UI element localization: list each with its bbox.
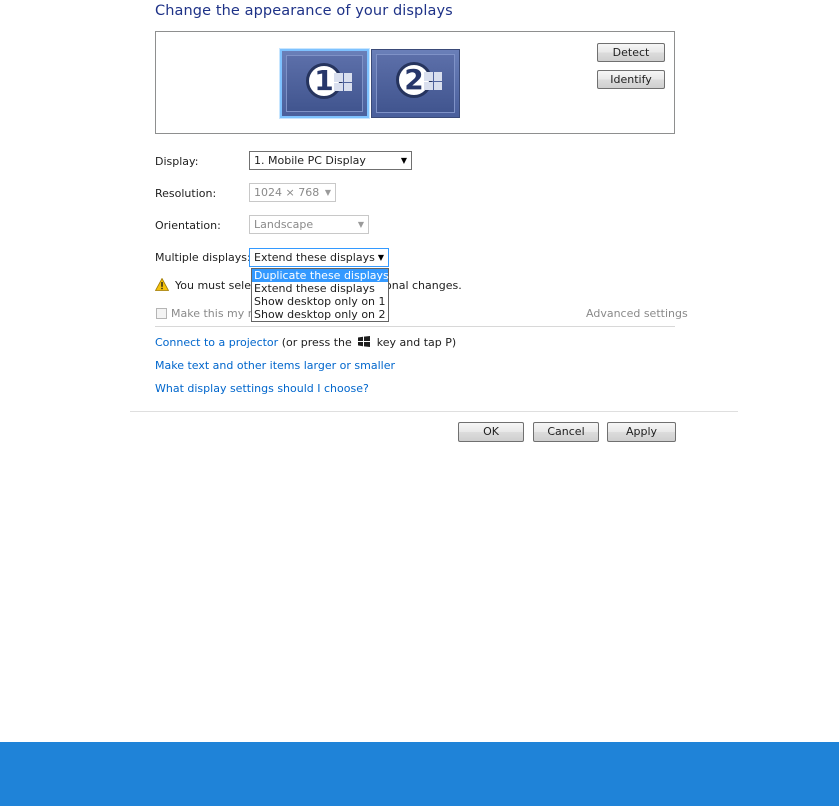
ok-button[interactable]: OK [458, 422, 524, 442]
display-preview-area[interactable]: 1 2 Detect Identify [155, 31, 675, 134]
chevron-down-icon: ▼ [400, 156, 407, 165]
display-settings-help-link[interactable]: What display settings should I choose? [155, 382, 369, 395]
projector-hint-end: key and tap P) [376, 336, 457, 349]
page-title: Change the appearance of your displays [155, 3, 453, 19]
dropdown-option-only-2[interactable]: Show desktop only on 2 [252, 308, 388, 321]
resolution-select-value: 1024 × 768 [254, 186, 320, 199]
dropdown-option-duplicate[interactable]: Duplicate these displays [252, 269, 389, 282]
orientation-label: Orientation: [155, 219, 221, 232]
projector-hint-start: (or press the [281, 336, 352, 349]
resolution-select: 1024 × 768 ▼ [249, 183, 336, 202]
chevron-down-icon: ▼ [377, 253, 384, 262]
dropdown-option-only-1[interactable]: Show desktop only on 1 [252, 295, 388, 308]
apply-button[interactable]: Apply [607, 422, 676, 442]
multiple-displays-select[interactable]: Extend these displays ▼ [249, 248, 389, 267]
resolution-label: Resolution: [155, 187, 217, 200]
chevron-down-icon: ▼ [324, 188, 331, 197]
dropdown-option-extend[interactable]: Extend these displays [252, 282, 388, 295]
display-select-value: 1. Mobile PC Display [254, 154, 366, 167]
divider [155, 326, 675, 327]
make-primary-checkbox [156, 308, 167, 319]
text-size-link[interactable]: Make text and other items larger or smal… [155, 359, 395, 372]
footer-band [0, 742, 839, 806]
warning-text-start: You must selec [175, 279, 258, 292]
windows-logo-icon [334, 73, 352, 91]
footer-divider [130, 411, 738, 412]
detect-button[interactable]: Detect [597, 43, 665, 62]
advanced-settings-link: Advanced settings [586, 307, 688, 320]
multiple-displays-select-value: Extend these displays [254, 251, 375, 264]
projector-line: Connect to a projector (or press the key… [155, 336, 456, 349]
cancel-button[interactable]: Cancel [533, 422, 599, 442]
orientation-select-value: Landscape [254, 218, 314, 231]
identify-button[interactable]: Identify [597, 70, 665, 89]
display-select[interactable]: 1. Mobile PC Display ▼ [249, 151, 412, 170]
windows-logo-icon [424, 72, 442, 90]
chevron-down-icon: ▼ [357, 220, 364, 229]
multiple-displays-label: Multiple displays: [155, 251, 251, 264]
windows-key-icon [358, 336, 371, 347]
warning-icon [155, 278, 169, 291]
monitor-2[interactable]: 2 [371, 49, 460, 118]
connect-projector-link[interactable]: Connect to a projector [155, 336, 278, 349]
orientation-select: Landscape ▼ [249, 215, 369, 234]
display-label: Display: [155, 155, 199, 168]
warning-text-end: onal changes. [385, 279, 462, 292]
multiple-displays-dropdown[interactable]: Duplicate these displays Extend these di… [251, 268, 389, 322]
monitor-1[interactable]: 1 [280, 49, 369, 118]
